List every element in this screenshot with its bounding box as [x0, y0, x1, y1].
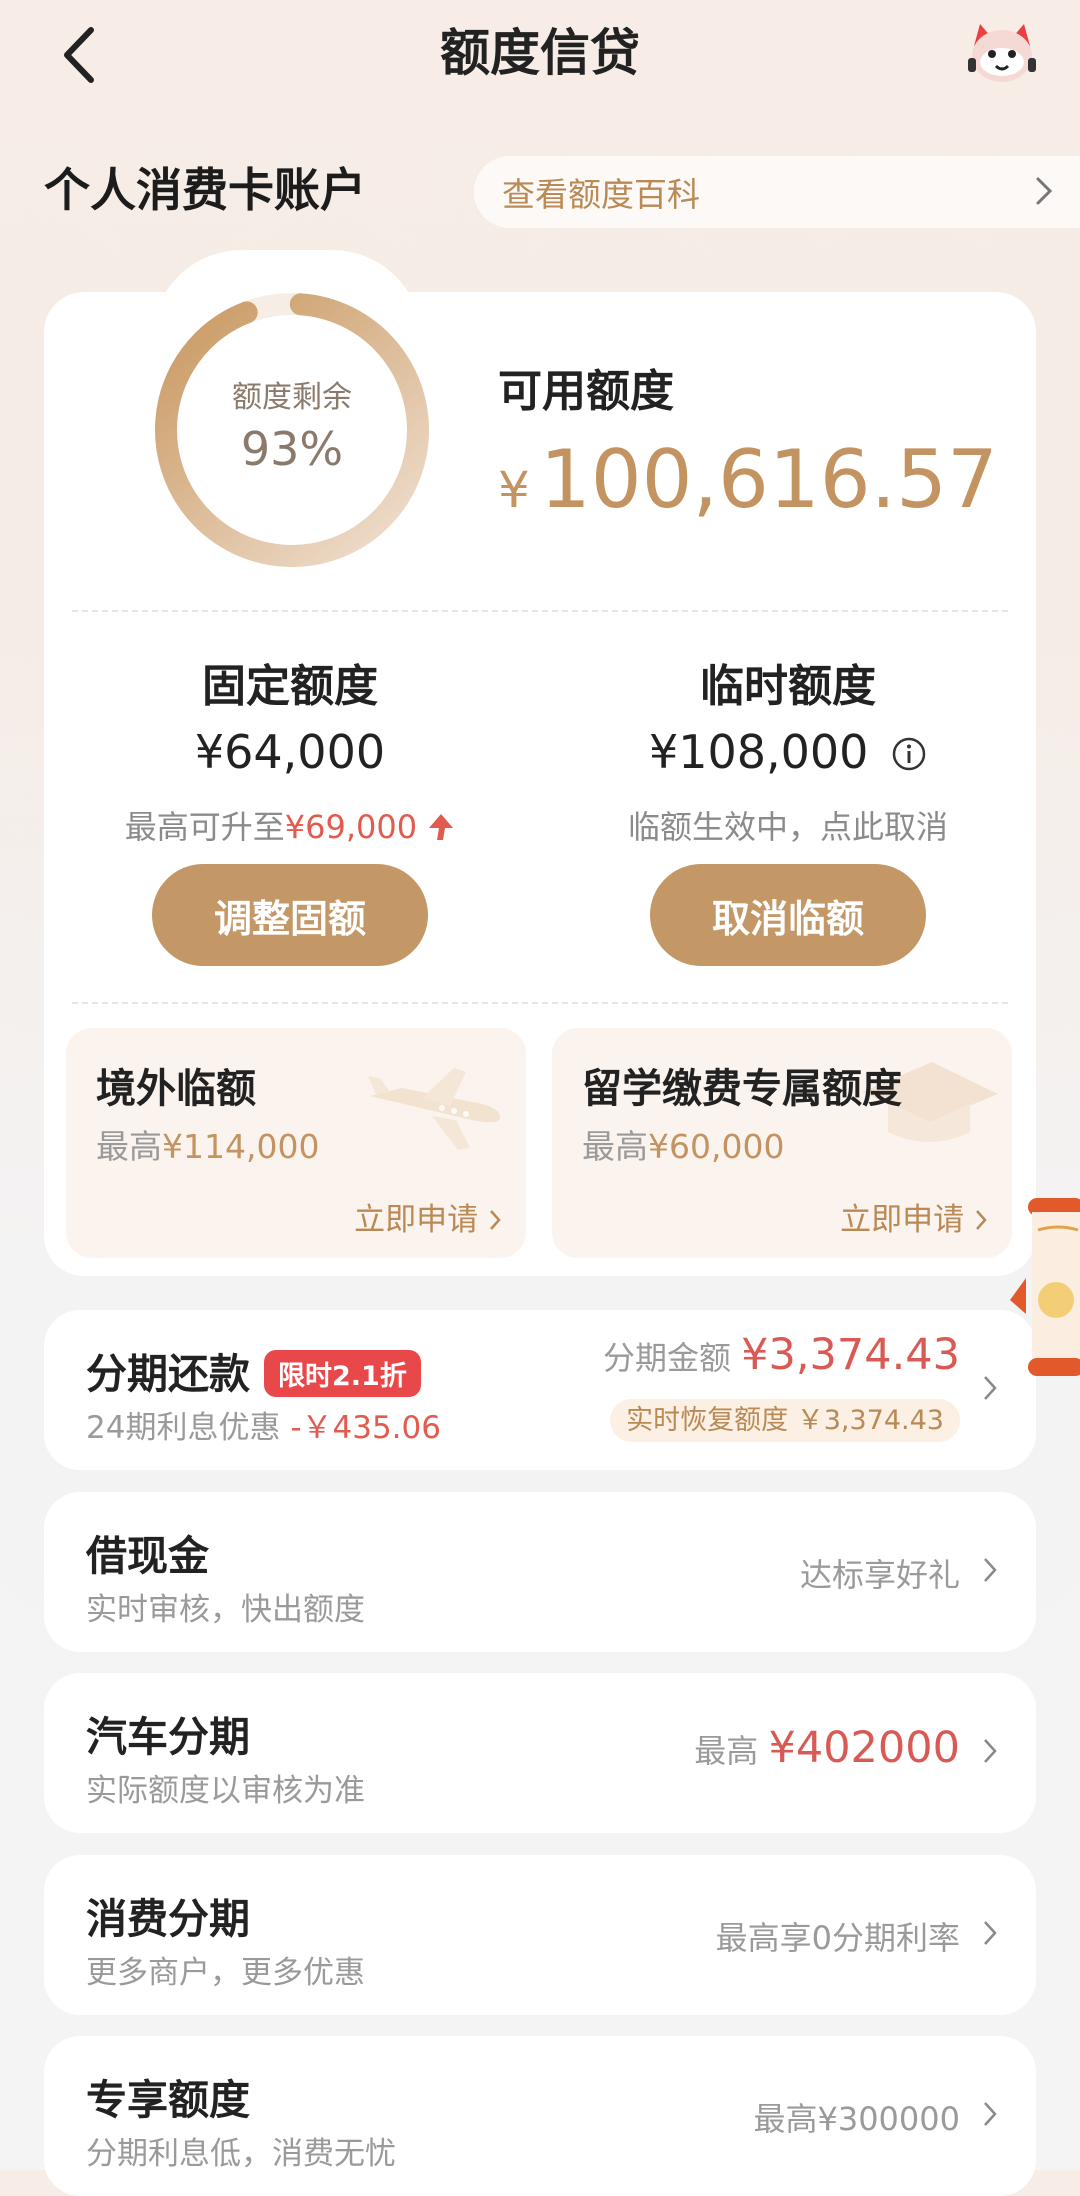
study-apply-link[interactable]: 立即申请 [840, 1194, 988, 1239]
available-credit-value: ¥100,616.57 [498, 430, 998, 540]
study-abroad-credit-card[interactable]: 留学缴费专属额度 最高¥60,000 立即申请 [552, 1028, 1012, 1258]
overseas-max: 最高¥114,000 [96, 1120, 319, 1168]
auto-title: 汽车分期 [86, 1713, 250, 1761]
cash-right: 达标享好礼 [799, 1556, 960, 1594]
discount-tag: 限时2.1折 [264, 1349, 421, 1397]
installment-amount-label: 分期金额 [602, 1339, 731, 1377]
divider [72, 1002, 1008, 1004]
exclusive-sub: 分期利息低，消费无忧 [86, 2136, 396, 2172]
chevron-right-icon [984, 1739, 997, 1763]
overseas-max-amount: ¥114,000 [162, 1127, 320, 1166]
fixed-credit-amount: ¥64,000 [194, 725, 386, 779]
arrow-up-icon [429, 814, 454, 840]
account-title: 个人消费卡账户 [44, 163, 366, 217]
consumer-title: 消费分期 [86, 1895, 250, 1943]
study-apply-label: 立即申请 [840, 1202, 965, 1238]
fixed-note-max: ¥69,000 [284, 808, 418, 846]
restore-pill-wrap: 实时恢复额度 ￥3,374.43 [610, 1398, 960, 1442]
consumer-installment-row[interactable]: 消费分期 更多商户，更多优惠 最高享0分期利率 [44, 1855, 1036, 2015]
installment-amount: 分期金额 ¥3,374.43 [603, 1330, 960, 1380]
installment-amount-value: ¥3,374.43 [741, 1330, 960, 1380]
promo-scroll-icon[interactable] [1008, 1190, 1080, 1400]
auto-right: 最高 ¥402000 [694, 1723, 960, 1773]
cash-title: 借现金 [86, 1532, 209, 1580]
chevron-right-icon [976, 1210, 987, 1230]
auto-right-value: ¥402000 [768, 1723, 960, 1773]
study-max-prefix: 最高 [582, 1127, 648, 1166]
borrow-cash-row[interactable]: 借现金 实时审核，快出额度 达标享好礼 [44, 1492, 1036, 1652]
available-amount: 100,616.57 [539, 433, 998, 526]
cash-sub: 实时审核，快出额度 [86, 1592, 365, 1628]
chevron-right-icon [984, 1376, 997, 1400]
installment-title-row: 分期还款 限时2.1折 [86, 1340, 421, 1401]
installment-sub: 24期利息优惠 -￥435.06 [86, 1402, 441, 1447]
ring-label: 额度剩余 [232, 380, 352, 415]
temp-credit-title: 临时额度 [700, 661, 876, 712]
chevron-right-icon [984, 1558, 997, 1582]
study-max-amount: ¥60,000 [648, 1127, 785, 1166]
fixed-credit-title: 固定额度 [202, 661, 378, 712]
chevron-right-icon [1036, 177, 1053, 205]
chevron-right-icon [984, 2102, 997, 2126]
temp-credit-amount-row: ¥108,000 [538, 725, 1038, 779]
temp-credit-note[interactable]: 临额生效中，点此取消 [538, 802, 1038, 848]
auto-right-prefix: 最高 [694, 1732, 759, 1770]
fixed-credit-note: 最高可升至¥69,000 [40, 802, 540, 848]
study-max: 最高¥60,000 [582, 1120, 784, 1168]
ring-percent: 93% [240, 422, 344, 476]
currency-symbol: ¥ [498, 461, 530, 519]
exclusive-right: 最高¥300000 [753, 2100, 960, 2138]
overseas-max-prefix: 最高 [96, 1127, 162, 1166]
page-title: 额度信贷 [440, 24, 640, 82]
installment-title: 分期还款 [86, 1350, 250, 1398]
quota-wiki-label: 查看额度百科 [502, 175, 700, 214]
overseas-apply-label: 立即申请 [354, 1202, 479, 1238]
chevron-right-icon [984, 1921, 997, 1945]
adjust-fixed-credit-button[interactable]: 调整固额 [152, 864, 428, 966]
restore-credit-pill: 实时恢复额度 ￥3,374.43 [610, 1399, 960, 1442]
chevron-right-icon [490, 1210, 501, 1230]
installment-repayment-row[interactable]: 分期还款 限时2.1折 24期利息优惠 -￥435.06 分期金额 ¥3,374.… [44, 1310, 1036, 1470]
auto-sub: 实际额度以审核为准 [86, 1773, 365, 1809]
exclusive-title: 专享额度 [86, 2076, 250, 2124]
mascot-icon[interactable] [964, 18, 1040, 88]
study-title: 留学缴费专属额度 [582, 1066, 902, 1112]
overseas-apply-link[interactable]: 立即申请 [354, 1194, 502, 1239]
fixed-note-prefix: 最高可升至 [124, 808, 285, 846]
overseas-title: 境外临额 [96, 1066, 256, 1112]
cancel-temp-credit-button[interactable]: 取消临额 [650, 864, 926, 966]
installment-sub-value: -￥435.06 [290, 1410, 441, 1446]
overseas-temp-credit-card[interactable]: 境外临额 最高¥114,000 立即申请 [66, 1028, 526, 1258]
temp-credit-amount: ¥108,000 [648, 725, 869, 779]
divider [72, 610, 1008, 612]
airplane-icon [368, 1068, 501, 1150]
info-icon[interactable] [891, 736, 927, 772]
available-credit-label: 可用额度 [498, 366, 674, 417]
installment-sub-prefix: 24期利息优惠 [86, 1410, 281, 1446]
exclusive-credit-row[interactable]: 专享额度 分期利息低，消费无忧 最高¥300000 [44, 2036, 1036, 2196]
auto-installment-row[interactable]: 汽车分期 实际额度以审核为准 最高 ¥402000 [44, 1673, 1036, 1833]
consumer-right: 最高享0分期利率 [715, 1919, 960, 1957]
consumer-sub: 更多商户，更多优惠 [86, 1955, 365, 1991]
quota-wiki-link[interactable]: 查看额度百科 [474, 156, 1080, 228]
